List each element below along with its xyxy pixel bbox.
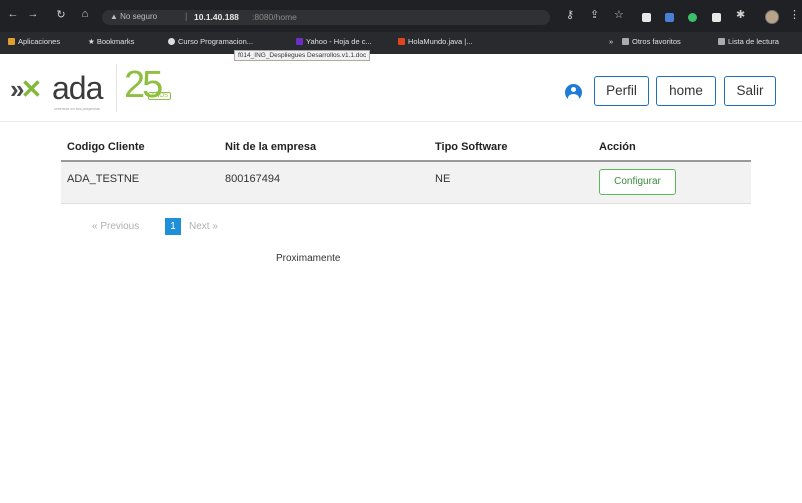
logo-divider bbox=[116, 64, 117, 112]
browser-toolbar: ← → ↻ ⌂ ▲ No seguro | 10.1.40.188 :8080/… bbox=[0, 0, 802, 32]
bookmark-bookmarks[interactable]: ★ Bookmarks bbox=[88, 37, 134, 46]
column-header-codigo: Codigo Cliente bbox=[67, 141, 145, 153]
apps-icon bbox=[8, 38, 15, 45]
home-button[interactable]: home bbox=[656, 76, 716, 106]
bookmark-course[interactable]: Curso Programacion... bbox=[168, 37, 253, 46]
home-icon[interactable]: ⌂ bbox=[78, 8, 92, 20]
logout-button[interactable]: Salir bbox=[724, 76, 776, 106]
url-path: :8080/home bbox=[252, 12, 297, 22]
pagination-current-page[interactable]: 1 bbox=[165, 218, 181, 235]
bookmarks-bar: Aplicaciones ★ Bookmarks Curso Programac… bbox=[0, 32, 802, 54]
bookmark-apps[interactable]: Aplicaciones bbox=[8, 37, 60, 46]
bookmark-other-favorites[interactable]: Otros favoritos bbox=[622, 37, 681, 46]
url-security-warning: ▲ No seguro bbox=[110, 12, 158, 21]
column-header-tipo: Tipo Software bbox=[435, 141, 508, 153]
extension-icon[interactable] bbox=[665, 13, 674, 22]
logo-tagline: creemos en tus proyectos bbox=[54, 106, 100, 111]
star-icon: ★ bbox=[88, 37, 97, 46]
bookmarks-overflow[interactable]: » bbox=[609, 37, 613, 46]
folder-icon bbox=[622, 38, 629, 45]
table-header: Codigo Cliente Nit de la empresa Tipo So… bbox=[61, 133, 751, 162]
bookmark-yahoo[interactable]: Yahoo - Hoja de c... bbox=[296, 37, 372, 46]
configure-button[interactable]: Configurar bbox=[599, 169, 676, 195]
puzzle-icon[interactable]: ✱ bbox=[736, 8, 745, 21]
column-header-accion: Acción bbox=[599, 141, 636, 153]
reading-list-icon bbox=[718, 38, 725, 45]
yahoo-icon bbox=[296, 38, 303, 45]
menu-icon[interactable]: ⋮ bbox=[789, 8, 800, 21]
java-icon bbox=[398, 38, 405, 45]
anniversary-label: AÑOS bbox=[148, 92, 172, 100]
bookmark-holamundo[interactable]: HolaMundo.java |... bbox=[398, 37, 472, 46]
back-icon[interactable]: ← bbox=[6, 8, 20, 20]
forward-icon[interactable]: → bbox=[26, 8, 40, 20]
pagination-next[interactable]: Next » bbox=[189, 221, 218, 232]
column-header-nit: Nit de la empresa bbox=[225, 141, 317, 153]
key-icon[interactable]: ⚷ bbox=[566, 8, 574, 21]
logo-mark-icon: »✕ bbox=[10, 74, 42, 104]
coming-soon-text: Proximamente bbox=[276, 253, 341, 264]
cell-tipo: NE bbox=[435, 173, 451, 185]
extension-icon[interactable] bbox=[642, 13, 651, 22]
star-icon[interactable]: ☆ bbox=[614, 8, 624, 21]
user-icon[interactable] bbox=[565, 84, 582, 101]
share-icon[interactable]: ⇪ bbox=[590, 8, 599, 21]
logo-text: ada bbox=[52, 70, 103, 106]
clients-table: Codigo Cliente Nit de la empresa Tipo So… bbox=[61, 133, 751, 204]
url-separator: | bbox=[185, 11, 188, 21]
reload-icon[interactable]: ↻ bbox=[54, 8, 68, 21]
table-row: ADA_TESTNE 800167494 NE Configurar bbox=[61, 162, 751, 204]
extension-icon[interactable] bbox=[712, 13, 721, 22]
url-host: 10.1.40.188 bbox=[194, 12, 239, 22]
extension-icon[interactable] bbox=[688, 13, 697, 22]
globe-icon bbox=[168, 38, 175, 45]
profile-button[interactable]: Perfil bbox=[594, 76, 649, 106]
cell-codigo: ADA_TESTNE bbox=[67, 173, 140, 185]
pagination-previous[interactable]: « Previous bbox=[92, 221, 139, 232]
cell-nit: 800167494 bbox=[225, 173, 281, 185]
profile-icon[interactable] bbox=[765, 10, 779, 24]
bookmark-reading-list[interactable]: Lista de lectura bbox=[718, 37, 779, 46]
address-bar[interactable]: ▲ No seguro | 10.1.40.188 :8080/home bbox=[102, 10, 550, 25]
